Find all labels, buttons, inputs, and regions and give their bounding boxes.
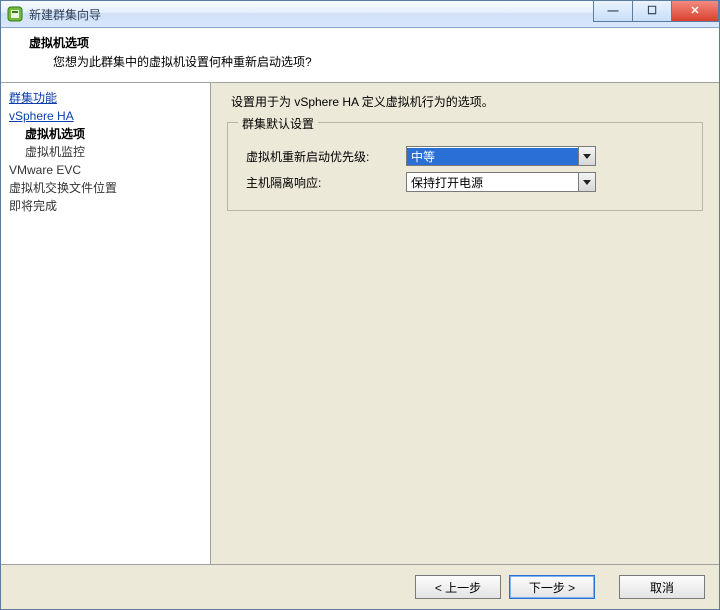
nav-step-cluster-features[interactable]: 群集功能 — [9, 91, 57, 105]
select-host-isolation-value: 保持打开电源 — [407, 174, 578, 191]
wizard-content: 设置用于为 vSphere HA 定义虚拟机行为的选项。 群集默认设置 虚拟机重… — [211, 83, 719, 564]
select-restart-priority-value: 中等 — [407, 148, 578, 165]
wizard-body: 群集功能 vSphere HA 虚拟机选项 虚拟机监控 VMware EVC 虚… — [1, 83, 719, 564]
select-host-isolation[interactable]: 保持打开电源 — [406, 172, 596, 192]
window-controls: — ☐ ✕ — [593, 1, 719, 27]
close-icon: ✕ — [690, 6, 699, 17]
nav-step-vm-monitoring: 虚拟机监控 — [25, 145, 85, 159]
nav-step-vm-swapfile: 虚拟机交换文件位置 — [9, 181, 117, 195]
minimize-button[interactable]: — — [593, 1, 632, 22]
window-title: 新建群集向导 — [29, 6, 593, 23]
label-host-isolation: 主机隔离响应: — [238, 174, 406, 191]
page-title: 虚拟机选项 — [29, 34, 709, 51]
close-button[interactable]: ✕ — [671, 1, 719, 22]
nav-step-vsphere-ha[interactable]: vSphere HA — [9, 109, 74, 123]
titlebar: 新建群集向导 — ☐ ✕ — [1, 1, 719, 28]
nav-step-vm-options: 虚拟机选项 — [25, 127, 85, 141]
next-button[interactable]: 下一步 > — [509, 575, 595, 599]
maximize-icon: ☐ — [647, 6, 657, 17]
select-restart-priority[interactable]: 中等 — [406, 146, 596, 166]
wizard-steps-nav: 群集功能 vSphere HA 虚拟机选项 虚拟机监控 VMware EVC 虚… — [1, 83, 211, 564]
nav-step-ready: 即将完成 — [9, 199, 57, 213]
back-button[interactable]: < 上一步 — [415, 575, 501, 599]
page-subtitle: 您想为此群集中的虚拟机设置何种重新启动选项? — [29, 53, 709, 70]
cancel-button[interactable]: 取消 — [619, 575, 705, 599]
wizard-footer: < 上一步 下一步 > 取消 — [1, 564, 719, 609]
chevron-down-icon — [578, 147, 595, 165]
wizard-window: 新建群集向导 — ☐ ✕ 虚拟机选项 您想为此群集中的虚拟机设置何种重新启动选项… — [0, 0, 720, 610]
row-restart-priority: 虚拟机重新启动优先级: 中等 — [238, 146, 692, 166]
back-button-label: < 上一步 — [435, 579, 481, 596]
label-restart-priority: 虚拟机重新启动优先级: — [238, 148, 406, 165]
minimize-icon: — — [608, 6, 619, 17]
wizard-header: 虚拟机选项 您想为此群集中的虚拟机设置何种重新启动选项? — [1, 28, 719, 83]
cluster-default-fieldset: 群集默认设置 虚拟机重新启动优先级: 中等 主机隔离响应: 保持打开电源 — [227, 122, 703, 211]
app-icon — [7, 6, 23, 22]
content-description: 设置用于为 vSphere HA 定义虚拟机行为的选项。 — [231, 93, 705, 110]
fieldset-legend: 群集默认设置 — [238, 115, 318, 132]
maximize-button[interactable]: ☐ — [632, 1, 671, 22]
chevron-down-icon — [578, 173, 595, 191]
next-button-label: 下一步 > — [529, 579, 575, 596]
row-host-isolation: 主机隔离响应: 保持打开电源 — [238, 172, 692, 192]
nav-step-vmware-evc: VMware EVC — [9, 163, 81, 177]
cancel-button-label: 取消 — [650, 579, 674, 596]
